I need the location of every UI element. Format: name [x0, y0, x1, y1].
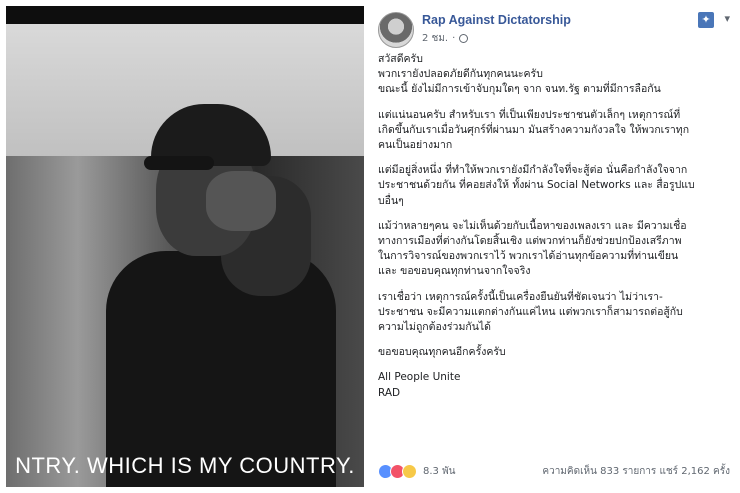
globe-icon	[459, 34, 469, 43]
post-text-line: ความไม่ถูกต้องร่วมกันได้	[378, 321, 491, 334]
post-paragraph: แม้ว่าหลายๆคน จะไม่เห็นด้วยกับเนื้อหาของ…	[378, 219, 728, 280]
reactions-summary[interactable]: 8.3 พัน	[378, 464, 456, 479]
post-text-line: สวัสดีครับ	[378, 53, 423, 65]
photo-person-cap-brim	[144, 156, 214, 170]
video-caption: NTRY. WHICH IS MY COUNTRY.	[15, 453, 355, 478]
post-timestamp[interactable]: 2 ชม.	[422, 31, 448, 46]
post-text-line: All People Unite	[378, 371, 461, 384]
post-text-line: RAD	[378, 386, 401, 399]
photo-person-body	[106, 251, 336, 487]
pin-icon[interactable]: ✦	[698, 12, 714, 28]
post-paragraph: แต่แน่นอนครับ สำหรับเรา ที่เป็นเพียงประช…	[378, 108, 728, 154]
post-stats: ความคิดเห็น 833 รายการ แชร์ 2,162 ครั้ง	[542, 464, 730, 479]
post-text-line: แม้ว่าหลายๆคน จะไม่เห็นด้วยกับเนื้อหาของ…	[378, 219, 687, 232]
post-paragraph: เราเชื่อว่า เหตุการณ์ครั้งนี้เป็นเครื่อง…	[378, 290, 728, 336]
post-text-line: ในการวิจารณ์ของพวกเราไว้ พวกเราได้อ่านทุ…	[378, 250, 679, 263]
post-text-line: เราเชื่อว่า เหตุการณ์ครั้งนี้เป็นเครื่อง…	[378, 290, 663, 303]
post-text-line: เกิดขึ้นกับเราเมื่อวันศุกร์ที่ผ่านมา มัน…	[378, 123, 690, 136]
post-text-line: ประชาชนด้วยกัน ที่คอยส่งให้ ทั้งผ่าน Soc…	[378, 179, 695, 192]
post-text-line: คนเป็นอย่างมาก	[378, 139, 453, 152]
comments-count[interactable]: ความคิดเห็น 833 รายการ	[542, 466, 656, 477]
post-body: สวัสดีครับพวกเรายังปลอดภัยดีกันทุกคนนะคร…	[378, 52, 728, 411]
page-avatar[interactable]	[378, 12, 414, 48]
post-photo[interactable]: NTRY. WHICH IS MY COUNTRY.	[6, 6, 364, 487]
post-text-line: ทางการเมืองที่ต่างกันโดยสิ้นเชิง แต่พวกท…	[378, 235, 682, 248]
page-name-link[interactable]: Rap Against Dictatorship	[422, 13, 571, 27]
post-text-line: แต่มีอยู่สิ่งหนึ่ง ที่ทำให้พวกเรายังมีกำ…	[378, 164, 688, 177]
post-meta: 2 ชม. ·	[422, 31, 469, 46]
post-text-line: และ ขอขอบคุณทุกท่านจากใจจริง	[378, 265, 531, 278]
post-text-line: ประชาชน จะมีความแตกต่างกันแค่ไหน แต่พวกเ…	[378, 305, 683, 318]
haha-icon	[402, 464, 417, 479]
shares-count[interactable]: แชร์ 2,162 ครั้ง	[659, 466, 730, 477]
post-paragraph: ขอขอบคุณทุกคนอีกครั้งครับ	[378, 345, 728, 360]
post-paragraph: แต่มีอยู่สิ่งหนึ่ง ที่ทำให้พวกเรายังมีกำ…	[378, 163, 728, 209]
post-text-line: ขณะนี้ ยังไม่มีการเข้าจับกุมใดๆ จาก จนท.…	[378, 83, 661, 96]
reaction-count: 8.3 พัน	[423, 466, 456, 477]
post-text-line: ขอขอบคุณทุกคนอีกครั้งครับ	[378, 346, 506, 359]
dot-separator: ·	[452, 33, 456, 44]
post-paragraph: สวัสดีครับพวกเรายังปลอดภัยดีกันทุกคนนะคร…	[378, 52, 728, 98]
post-text-line: พวกเรายังปลอดภัยดีกันทุกคนนะครับ	[378, 68, 543, 81]
post-paragraph: All People Unite RAD	[378, 370, 728, 400]
post-footer: 8.3 พัน ความคิดเห็น 833 รายการ แชร์ 2,16…	[378, 464, 730, 480]
post-text-line: บอื่นๆ	[378, 194, 404, 207]
facebook-post: Rap Against Dictatorship 2 ชม. · ✦ ▾ สวั…	[374, 6, 734, 487]
chevron-down-icon[interactable]: ▾	[724, 12, 730, 25]
post-text-line: แต่แน่นอนครับ สำหรับเรา ที่เป็นเพียงประช…	[378, 108, 681, 121]
photo-person-hand	[206, 171, 276, 231]
